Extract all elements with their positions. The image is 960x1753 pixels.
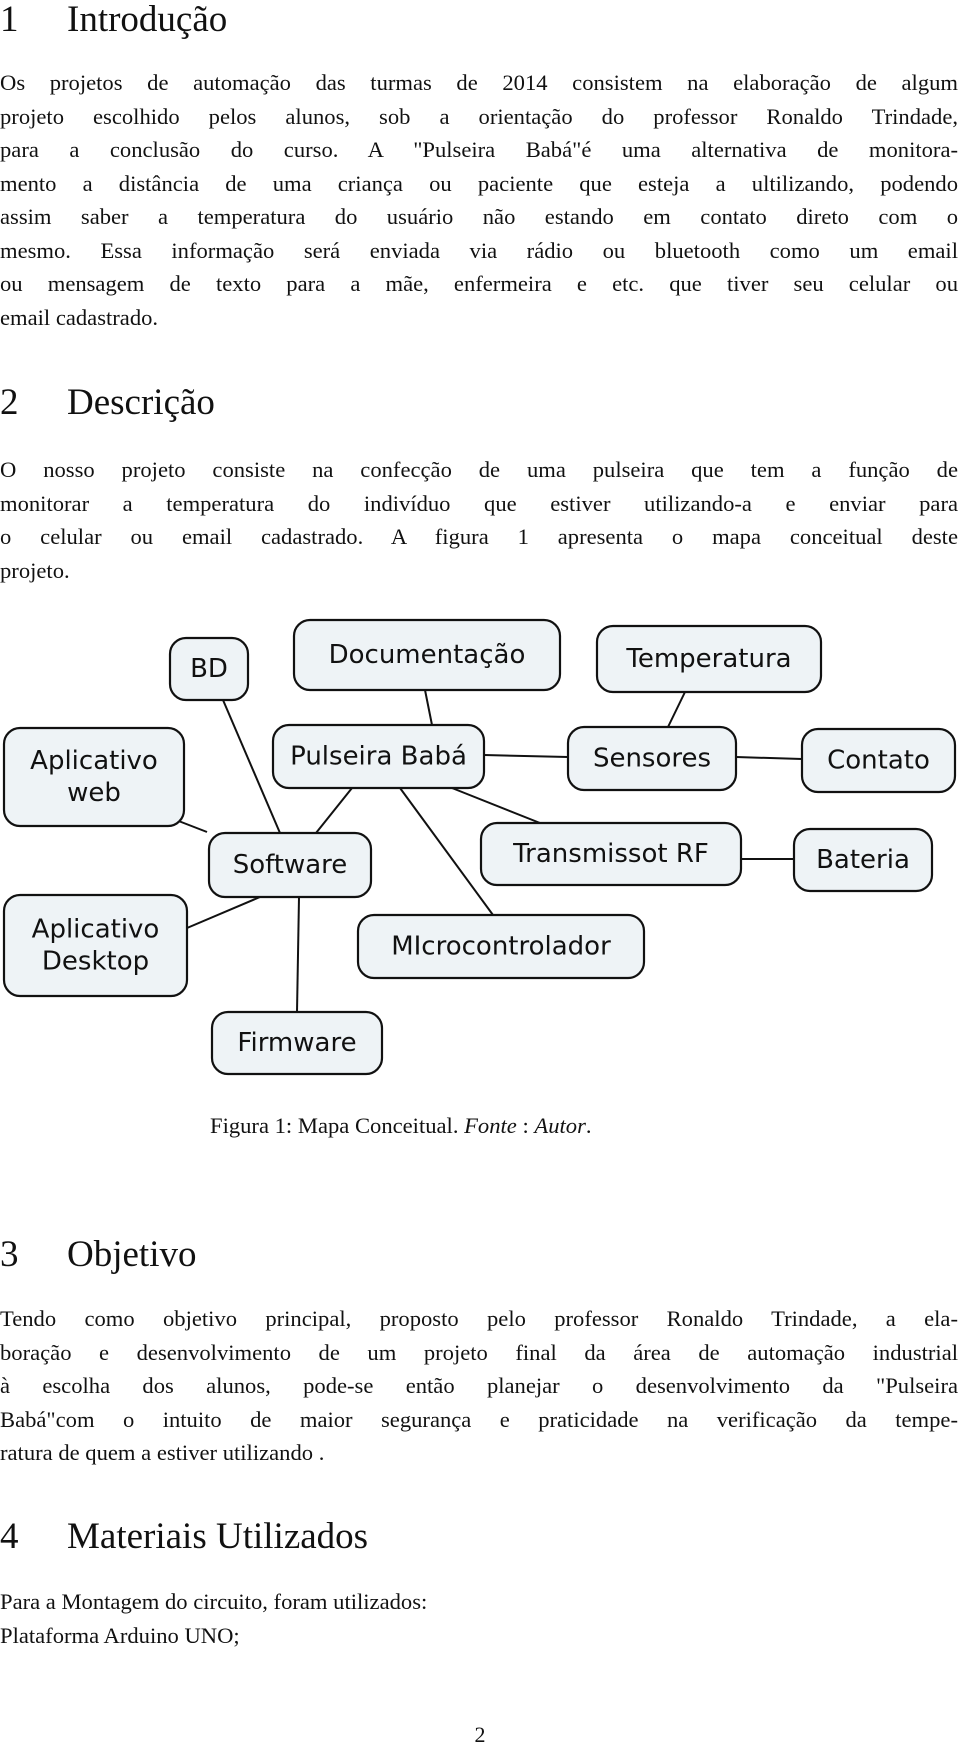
text-line: Para a Montagem do circuito, foram utili… bbox=[0, 1589, 428, 1614]
node-label: Software bbox=[233, 850, 348, 880]
section-number: 1 bbox=[0, 0, 19, 40]
node-label: Documentação bbox=[329, 640, 526, 670]
caption-source-value: Autor bbox=[534, 1113, 586, 1138]
section-title: Introdução bbox=[67, 0, 228, 40]
paragraph-descricao: O nosso projeto consiste na confecção de… bbox=[0, 453, 958, 587]
edge-software-aplicativo-desktop bbox=[186, 896, 261, 929]
node-label: Temperatura bbox=[625, 644, 791, 674]
node-label: Transmissot RF bbox=[512, 839, 709, 869]
text-line: assim saber a temperatura do usuário não… bbox=[0, 204, 958, 229]
node-label: web bbox=[67, 778, 121, 808]
section-heading-materiais: 4 Materiais Utilizados bbox=[0, 1517, 368, 1557]
edge-pulseira-baba-software bbox=[315, 787, 353, 834]
text-line: email cadastrado. bbox=[0, 304, 159, 330]
node-label: Pulseira Babá bbox=[290, 742, 467, 772]
text-line: O nosso projeto consiste na confecção de… bbox=[0, 457, 958, 482]
node-box bbox=[2, 726, 186, 828]
node-label: BD bbox=[190, 654, 228, 684]
concept-node-temperatura: Temperatura bbox=[595, 624, 823, 694]
edge-pulseira-baba-transmissor-rf bbox=[451, 787, 541, 824]
figure-caption: Figura 1: Mapa Conceitual. Fonte : Autor… bbox=[210, 1113, 592, 1139]
edge-sensores-temperatura bbox=[667, 691, 686, 728]
section-heading-introducao: 1 Introdução bbox=[0, 0, 227, 40]
node-label: Contato bbox=[827, 746, 930, 776]
concept-node-pulseira-baba: Pulseira Babá bbox=[271, 723, 486, 790]
section-number: 4 bbox=[0, 1516, 19, 1557]
text-line: Tendo como objetivo principal, proposto … bbox=[0, 1306, 958, 1331]
caption-prefix: Figura 1: Mapa Conceitual. bbox=[210, 1113, 465, 1138]
node-label: Sensores bbox=[593, 744, 711, 774]
concept-node-transmissor-rf: Transmissot RF bbox=[479, 821, 743, 887]
node-label: Aplicativo bbox=[30, 746, 158, 776]
section-number: 3 bbox=[0, 1234, 19, 1275]
concept-map-diagram: BD Documentação TemperaturaAplicativowebPu… bbox=[2, 618, 957, 1076]
caption-end: . bbox=[585, 1113, 592, 1138]
text-line: mesmo. Essa informação será enviada via … bbox=[0, 237, 958, 263]
edge-software-firmware bbox=[296, 896, 300, 1013]
concept-node-software: Software bbox=[207, 831, 373, 899]
edge-aplicativo-web-software bbox=[175, 819, 208, 833]
section-number: 2 bbox=[0, 382, 19, 423]
concept-node-bateria: Bateria bbox=[792, 827, 934, 893]
text-line: Babá"com o intuito de maior segurança e … bbox=[0, 1406, 958, 1432]
edge-pulseira-baba-microcontrolador bbox=[399, 787, 494, 916]
section-heading-descricao: 2 Descrição bbox=[0, 383, 215, 423]
concept-node-sensores: Sensores bbox=[566, 725, 738, 792]
document-page: 1 Introdução Os projetos de automação das… bbox=[0, 0, 960, 1753]
text-line: para a conclusão do curso. A "Pulseira B… bbox=[0, 137, 958, 162]
node-label: Firmware bbox=[237, 1028, 356, 1058]
text-line: o celular ou email cadastrado. A figura … bbox=[0, 524, 958, 549]
concept-node-aplicativo-desktop: AplicativoDesktop bbox=[2, 893, 189, 998]
edge-bd-software bbox=[222, 699, 281, 834]
text-line: monitorar a temperatura do indivíduo que… bbox=[0, 490, 958, 516]
paragraph-materiais: Para a Montagem do circuito, foram utili… bbox=[0, 1585, 958, 1652]
node-label: Bateria bbox=[816, 845, 910, 875]
concept-node-firmware: Firmware bbox=[210, 1010, 384, 1076]
section-heading-objetivo: 3 Objetivo bbox=[0, 1235, 196, 1275]
node-label: Desktop bbox=[42, 947, 149, 977]
text-line: ratura de quem a estiver utilizando . bbox=[0, 1440, 325, 1465]
concept-node-contato: Contato bbox=[800, 727, 957, 794]
edge-pulseira-baba-sensores bbox=[483, 754, 569, 758]
node-label: Aplicativo bbox=[32, 915, 160, 945]
caption-source-label: Fonte bbox=[464, 1113, 517, 1138]
text-line: ou mensagem de texto para a mãe, enferme… bbox=[0, 271, 958, 296]
concept-node-bd: BD bbox=[168, 636, 250, 702]
text-line: boração e desenvolvimento de um projeto … bbox=[0, 1339, 958, 1365]
text-line: projeto escolhido pelos alunos, sob a or… bbox=[0, 103, 958, 129]
edge-sensores-contato bbox=[735, 756, 803, 760]
node-label: MIcrocontrolador bbox=[391, 932, 611, 962]
text-line: mento a distância de uma criança ou paci… bbox=[0, 170, 958, 196]
text-line: Os projetos de automação das turmas de 2… bbox=[0, 70, 958, 95]
paragraph-objetivo: Tendo como objetivo principal, proposto … bbox=[0, 1302, 958, 1470]
concept-node-microcontrolador: MIcrocontrolador bbox=[356, 913, 646, 980]
text-line: projeto. bbox=[0, 557, 70, 583]
caption-separator: : bbox=[516, 1113, 535, 1138]
node-box bbox=[2, 893, 189, 998]
section-title: Objetivo bbox=[67, 1234, 197, 1275]
text-line: Plataforma Arduino UNO; bbox=[0, 1622, 240, 1648]
concept-node-documentacao: Documentação bbox=[292, 618, 562, 692]
section-title: Materiais Utilizados bbox=[67, 1516, 369, 1557]
page-number: 2 bbox=[474, 1722, 486, 1747]
section-title: Descrição bbox=[67, 382, 215, 423]
edge-documentacao-pulseira-baba bbox=[424, 689, 433, 726]
concept-node-aplicativo-web: Aplicativoweb bbox=[2, 726, 186, 828]
text-line: à escolha dos alunos, pode-se então plan… bbox=[0, 1373, 958, 1398]
paragraph-introducao: Os projetos de automação das turmas de 2… bbox=[0, 66, 958, 334]
